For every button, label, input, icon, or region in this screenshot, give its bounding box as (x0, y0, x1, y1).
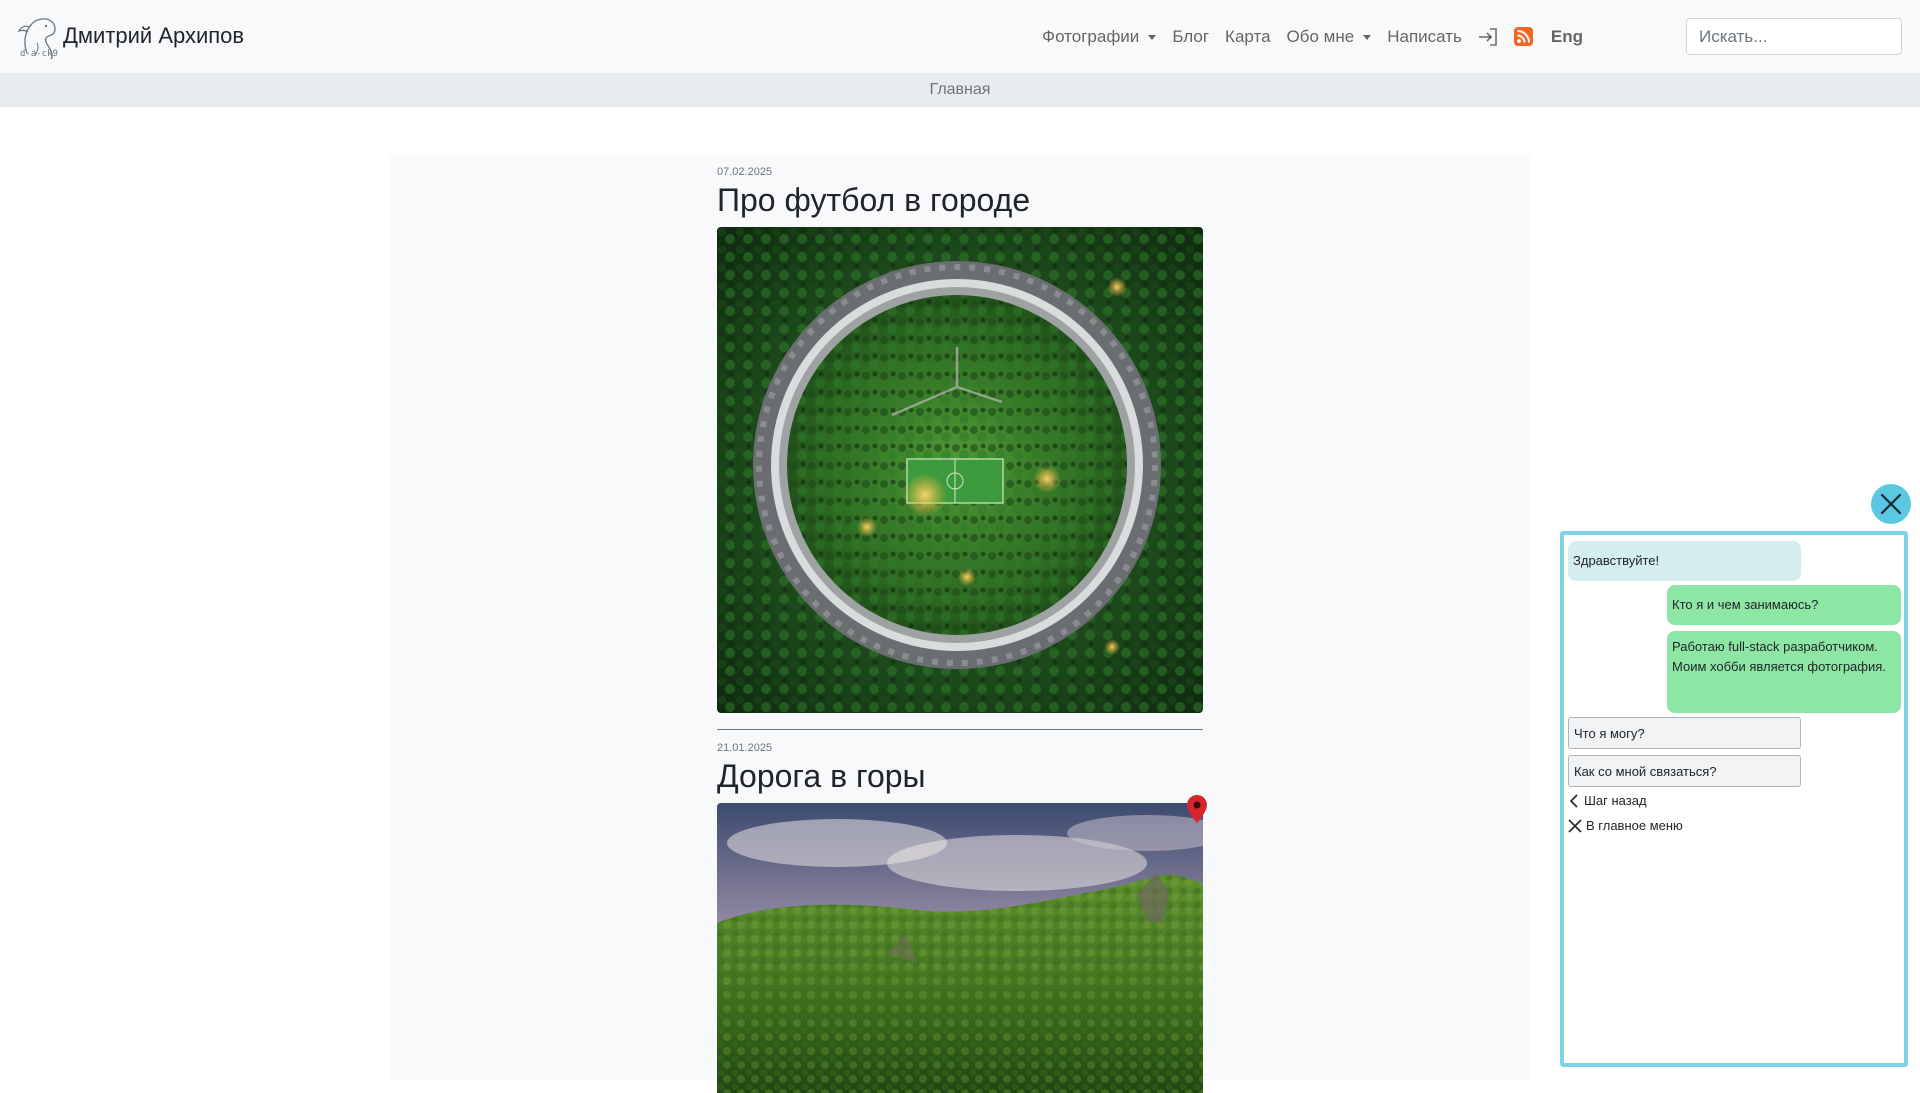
chevron-left-icon (1569, 793, 1578, 808)
brand-name: Дмитрий Архипов (63, 23, 245, 48)
breadcrumb: Главная (0, 73, 1920, 107)
breadcrumb-current: Главная (929, 81, 991, 98)
post-date: 21.01.2025 (717, 742, 773, 754)
nav-write[interactable]: Написать (1379, 27, 1470, 47)
post-date: 07.02.2025 (717, 166, 773, 178)
nav-about-label: Обо мне (1286, 26, 1355, 46)
chevron-down-icon (1148, 35, 1157, 40)
nav-map[interactable]: Карта (1217, 27, 1279, 47)
logo-text: d-a-ck9 (20, 49, 58, 59)
rss-button[interactable] (1506, 27, 1541, 46)
post-title[interactable]: Дорога в горы (717, 757, 1203, 795)
chat-back-label: Шаг назад (1584, 793, 1647, 808)
language-switch[interactable]: Eng (1541, 27, 1591, 47)
navbar: d-a-ck9 Дмитрий Архипов Фотографии Блог … (0, 0, 1920, 73)
search-input[interactable] (1686, 18, 1902, 55)
post-image[interactable] (717, 795, 1207, 1093)
map-pin-icon[interactable] (1187, 795, 1207, 823)
close-icon (1880, 493, 1902, 515)
chat-user-message: Кто я и чем занимаюсь? (1667, 585, 1901, 625)
blog-post: 07.02.2025 Про футбол в городе (717, 166, 1203, 713)
logo-icon: d-a-ck9 (17, 13, 61, 61)
nav-about-dropdown[interactable]: Обо мне (1279, 27, 1380, 47)
forest-mountain-photo (717, 803, 1203, 1093)
post-divider (717, 729, 1203, 730)
login-icon (1478, 27, 1497, 46)
chat-main-menu-label: В главное меню (1586, 818, 1683, 833)
login-button[interactable] (1470, 27, 1506, 46)
close-icon (1568, 818, 1582, 833)
main-nav: Фотографии Блог Карта Обо мне Написать E… (1034, 0, 1591, 73)
brand-link[interactable]: d-a-ck9 Дмитрий Архипов (17, 12, 244, 62)
rss-icon (1513, 27, 1533, 46)
nav-blog[interactable]: Блог (1164, 27, 1217, 47)
chat-option-contact[interactable]: Как со мной связаться? (1568, 755, 1801, 787)
blog-feed: 07.02.2025 Про футбол в городе 21.01.202… (390, 155, 1530, 1093)
chat-bot-message: Здравствуйте! (1568, 541, 1801, 581)
chat-main-menu-link[interactable]: В главное меню (1568, 818, 1683, 833)
chat-back-link[interactable]: Шаг назад (1568, 793, 1647, 808)
chat-panel: Здравствуйте! Кто я и чем занимаюсь? Раб… (1560, 531, 1908, 1067)
aerial-round-building-photo (717, 227, 1203, 713)
post-title[interactable]: Про футбол в городе (717, 181, 1203, 219)
nav-photos-dropdown[interactable]: Фотографии (1034, 27, 1164, 47)
post-image[interactable] (717, 227, 1203, 713)
chat-close-button[interactable] (1871, 484, 1911, 524)
chat-answer-message: Работаю full-stack разработчиком. Моим х… (1667, 631, 1901, 713)
nav-photos-label: Фотографии (1042, 26, 1140, 46)
chat-option-what-can-i[interactable]: Что я могу? (1568, 717, 1801, 749)
chevron-down-icon (1363, 35, 1372, 40)
blog-post: 21.01.2025 Дорога в горы (717, 742, 1207, 1093)
